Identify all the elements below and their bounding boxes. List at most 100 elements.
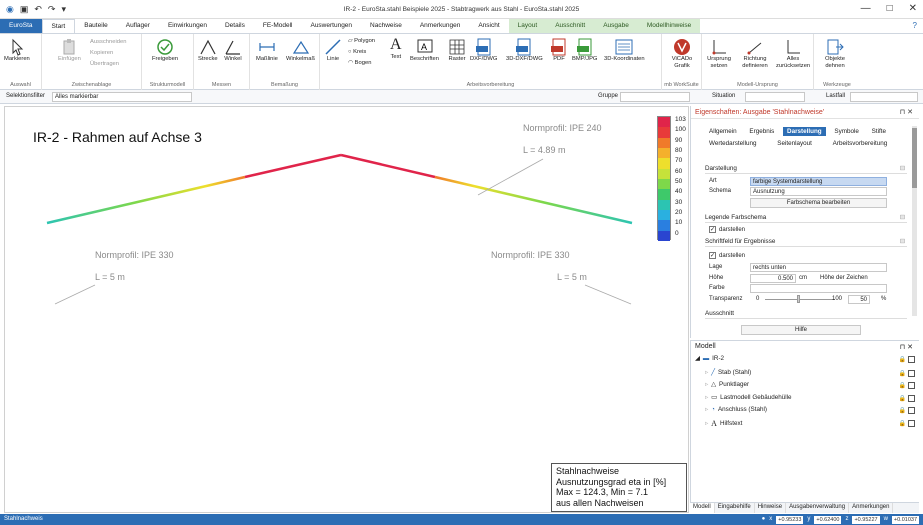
tab-stifte[interactable]: Stifte: [868, 127, 890, 136]
dxf-button[interactable]: DXF/DWG: [470, 38, 497, 62]
gruppe-dropdown[interactable]: [620, 92, 690, 102]
schriftfeld-darstellen-row[interactable]: ✓ darstellen: [709, 252, 745, 261]
selektionsfilter-dropdown[interactable]: Alles markierbar: [52, 92, 192, 102]
situation-dropdown[interactable]: [745, 92, 805, 102]
koord3d-button[interactable]: 3D-Koordinaten: [604, 38, 645, 62]
ausschneiden-button[interactable]: Ausschneiden: [90, 39, 126, 45]
legende-darstellen-row[interactable]: ✓ darstellen: [709, 226, 745, 235]
drawing-canvas[interactable]: IR-2 - Rahmen auf Achse 3 Normprofil: IP…: [4, 106, 689, 513]
tab-darstellung[interactable]: Darstellung: [783, 127, 826, 136]
transparenz-slider[interactable]: [765, 299, 835, 300]
collapse-icon[interactable]: ◢: [695, 355, 700, 362]
tree-item-punktlager[interactable]: ▹ △ Punktlager: [705, 381, 749, 388]
kreis-button[interactable]: ○ Kreis: [348, 49, 366, 55]
vicado-button[interactable]: ViCADo Grafik: [666, 38, 698, 70]
right-rafter[interactable]: [434, 175, 633, 225]
text-button[interactable]: A Text: [390, 36, 402, 60]
tab-symbole[interactable]: Symbole: [830, 127, 863, 136]
art-dropdown[interactable]: farbige Systemdarstellung: [750, 177, 887, 186]
transparenz-input[interactable]: 50: [848, 295, 870, 304]
right-rafter-peak[interactable]: [340, 153, 436, 179]
kopieren-button[interactable]: Kopieren: [90, 50, 113, 56]
tab-ergebnis[interactable]: Ergebnis: [745, 127, 778, 136]
hoehe-mode-dropdown[interactable]: Höhe der Zeichen: [818, 274, 887, 283]
punktlager-lock-visibility[interactable]: 🔒: [899, 382, 915, 389]
minimize-button[interactable]: —: [861, 3, 871, 14]
winkelmass-button[interactable]: Winkelmaß: [286, 38, 315, 62]
tab-allgemein[interactable]: Allgemein: [705, 127, 741, 136]
tab-ansicht[interactable]: Ansicht: [469, 19, 508, 33]
tree-item-hilfstext[interactable]: ▹ A Hilfstext: [705, 419, 742, 428]
help-icon[interactable]: ?: [913, 21, 917, 30]
redo-button[interactable]: ↷: [48, 4, 56, 15]
root-lock-visibility[interactable]: 🔒: [899, 356, 915, 363]
objekte-dehnen-button[interactable]: Objekte dehnen: [820, 38, 850, 70]
section-schriftfeld[interactable]: Schriftfeld für Ergebnisse ⊟: [705, 236, 907, 247]
left-rafter[interactable]: [46, 175, 246, 225]
tab-fe-modell[interactable]: FE-Modell: [254, 19, 302, 33]
markieren-button[interactable]: Markieren: [4, 38, 30, 62]
ursprung-button[interactable]: Ursprung setzen: [704, 38, 734, 70]
lastmodell-lock-visibility[interactable]: 🔒: [899, 395, 915, 402]
winkel-button[interactable]: Winkel: [224, 38, 242, 62]
hoehe-input[interactable]: 0.500: [750, 274, 796, 283]
einfuegen-button[interactable]: Einfügen: [58, 38, 81, 62]
raster-button[interactable]: Raster: [448, 38, 466, 62]
tree-item-lastmodell[interactable]: ▹ ▭ Lastmodell Gebäudehülle: [705, 394, 792, 401]
section-legende[interactable]: Legende Farbschema ⊟: [705, 212, 907, 223]
masslinie-button[interactable]: Maßlinie: [256, 38, 278, 62]
pin-close-icons[interactable]: ⊓ ✕: [900, 108, 913, 116]
uebertragen-button[interactable]: Übertragen: [90, 61, 119, 67]
tab-nachweise[interactable]: Nachweise: [361, 19, 411, 33]
maximize-button[interactable]: □: [887, 3, 893, 14]
pdf-button[interactable]: PDF: [550, 38, 568, 62]
undo-button[interactable]: ↶: [34, 4, 42, 15]
schriftfeld-checkbox[interactable]: ✓: [709, 252, 716, 259]
lage-dropdown[interactable]: rechts unten: [750, 263, 887, 272]
section-ausschnitt[interactable]: Ausschnitt: [705, 308, 907, 319]
farbschema-bearbeiten-button[interactable]: Farbschema bearbeiten: [750, 198, 887, 208]
tab-anmerkungen[interactable]: Anmerkungen: [411, 19, 469, 33]
tab-einwirkungen[interactable]: Einwirkungen: [159, 19, 216, 33]
tab-details[interactable]: Details: [216, 19, 254, 33]
schema-dropdown[interactable]: Ausnutzung: [750, 187, 887, 196]
close-button[interactable]: ✕: [909, 3, 917, 14]
tab-anmerkungen-panel[interactable]: Anmerkungen: [849, 503, 894, 513]
tab-start[interactable]: Start: [41, 19, 76, 33]
tree-item-stab[interactable]: ▹ ╱ Stab (Stahl): [705, 369, 751, 376]
dxf3d-button[interactable]: 3D-DXF/DWG: [506, 38, 543, 62]
linie-button[interactable]: Linie: [324, 38, 342, 62]
tab-ausschnitt[interactable]: Ausschnitt: [546, 19, 595, 33]
tab-auswertungen[interactable]: Auswertungen: [301, 19, 361, 33]
lastfall-dropdown[interactable]: [850, 92, 918, 102]
tab-hinweise[interactable]: Hinweise: [755, 503, 787, 513]
stab-lock-visibility[interactable]: 🔒: [899, 370, 915, 377]
tab-layout[interactable]: Layout: [508, 19, 547, 33]
model-pin-close-icons[interactable]: ⊓ ✕: [900, 343, 913, 351]
tab-ausgabe[interactable]: Ausgabe: [594, 19, 638, 33]
strecke-button[interactable]: Strecke: [198, 38, 218, 62]
tab-modellhinweise[interactable]: Modellhinweise: [637, 19, 701, 33]
tab-modell[interactable]: Modell: [690, 503, 715, 513]
hilfe-button[interactable]: Hilfe: [741, 325, 861, 335]
bmp-button[interactable]: BMP/JPG: [572, 38, 597, 62]
richtung-button[interactable]: Richtung definieren: [738, 38, 772, 70]
customize-dropdown[interactable]: ▾: [61, 4, 66, 15]
tab-auflager[interactable]: Auflager: [117, 19, 159, 33]
tree-item-anschluss[interactable]: ▹ ◔ Anschluss (Stahl): [705, 406, 767, 413]
anschluss-lock-visibility[interactable]: 🔒: [899, 407, 915, 414]
section-darstellung[interactable]: Darstellung ⊟: [705, 163, 907, 174]
transparenz-slider-thumb[interactable]: [797, 295, 800, 303]
tab-eingabehilfe[interactable]: Eingabehilfe: [715, 503, 755, 513]
beschriften-button[interactable]: A Beschriften: [410, 38, 439, 62]
tab-ausgabenverwaltung[interactable]: Ausgabenverwaltung: [786, 503, 850, 513]
alles-zuruecksetzen-button[interactable]: Alles zurücksetzen: [776, 38, 810, 70]
bogen-button[interactable]: ◠ Bogen: [348, 60, 371, 66]
left-rafter-peak[interactable]: [244, 153, 342, 179]
farbe-picker[interactable]: [750, 284, 887, 293]
tab-bauteile[interactable]: Bauteile: [75, 19, 117, 33]
info-icon[interactable]: ●: [762, 514, 766, 525]
freigeben-button[interactable]: Freigeben: [152, 38, 178, 62]
tab-arbeitsvorbereitung[interactable]: Arbeitsvorbereitung: [829, 139, 892, 148]
tab-file[interactable]: EuroSta: [0, 19, 42, 33]
